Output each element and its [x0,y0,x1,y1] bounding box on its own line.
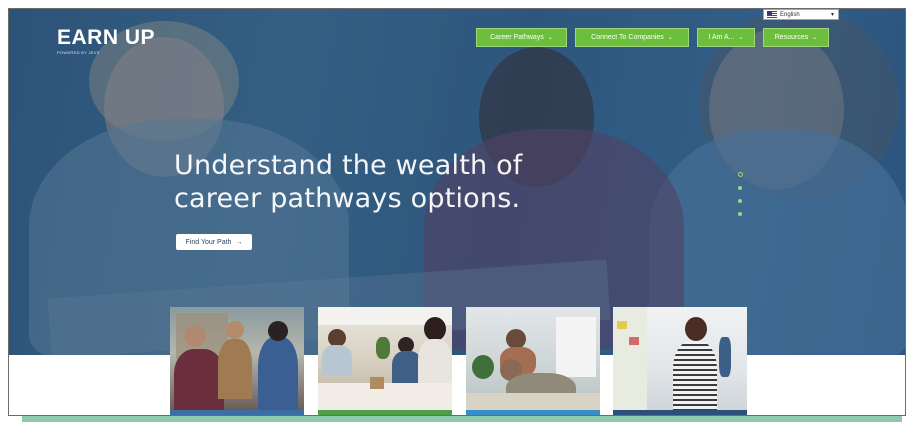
chevron-down-icon: ⌄ [812,35,818,41]
card-stripe [170,410,304,415]
card-meeting-photo [318,307,452,410]
nav-label: Connect To Companies [591,34,664,41]
find-your-path-button[interactable]: Find Your Path → [176,234,252,250]
cup-shape [370,377,384,389]
chevron-down-icon: ⌄ [738,35,744,41]
sticky-note-shape [629,337,639,345]
shelf-shape [556,317,596,377]
card-family[interactable] [466,307,600,415]
hero-headline-line-2: career pathways options. [174,183,521,214]
background-person-shape [719,337,731,377]
carousel-dot-3[interactable] [738,199,742,203]
person3-head-shape [424,317,446,341]
cta-label: Find Your Path [185,238,232,246]
arrow-right-icon: → [235,238,243,246]
chevron-down-icon: ⌄ [547,35,553,41]
nav-connect-to-companies[interactable]: Connect To Companies ⌄ [575,28,689,47]
language-label: English [780,11,800,18]
carousel-dots [738,172,743,225]
student2-body-shape [258,337,298,410]
table-shape [318,383,452,410]
chevron-down-icon: ▾ [830,12,834,18]
sofa-shape [466,393,600,410]
nav-i-am-a[interactable]: I Am A... ⌄ [697,28,755,47]
card-classroom-photo [170,307,304,410]
site-logo[interactable]: EARN UP POWERED BY JEVS [57,27,155,55]
nav-label: Career Pathways [490,34,544,41]
person-body-shape [322,345,352,375]
nav-resources[interactable]: Resources ⌄ [763,28,829,47]
card-stripe [466,410,600,415]
chevron-down-icon: ⌄ [667,35,673,41]
woman-head-shape [685,317,707,341]
plant-shape [376,337,390,359]
carousel-dot-4[interactable] [738,212,742,216]
student-body-shape [174,349,224,410]
teacher-body-shape [218,339,252,399]
card-meeting[interactable] [318,307,452,415]
nav-label: I Am A... [708,34,735,41]
hero-headline-line-1: Understand the wealth of [174,150,523,181]
person3-body-shape [418,339,452,389]
nav-label: Resources [774,34,809,41]
card-office[interactable] [613,307,747,415]
teacher-head-shape [226,321,244,339]
nav-career-pathways[interactable]: Career Pathways ⌄ [476,28,567,47]
sticky-note-shape [617,321,627,329]
card-office-photo [613,307,747,410]
card-stripe [613,410,747,415]
language-selector[interactable]: English ▾ [763,9,839,20]
hero-headline: Understand the wealth of career pathways… [174,149,523,215]
student-head-shape [184,325,206,347]
logo-text: EARN UP [57,26,156,49]
frame-shadow [22,416,902,422]
child-head-shape [506,329,526,349]
plant-shape [472,355,494,379]
student2-head-shape [268,321,288,341]
card-stripe [318,410,452,415]
us-flag-icon [767,11,777,18]
card-family-photo [466,307,600,410]
logo-subtext: POWERED BY JEVS [57,50,100,55]
carousel-dot-1[interactable] [738,172,743,177]
hero-section: EARN UP POWERED BY JEVS English ▾ Career… [9,9,905,355]
card-classroom[interactable] [170,307,304,415]
woman-body-shape [673,341,717,410]
carousel-dot-2[interactable] [738,186,742,190]
browser-frame: EARN UP POWERED BY JEVS English ▾ Career… [8,8,906,416]
